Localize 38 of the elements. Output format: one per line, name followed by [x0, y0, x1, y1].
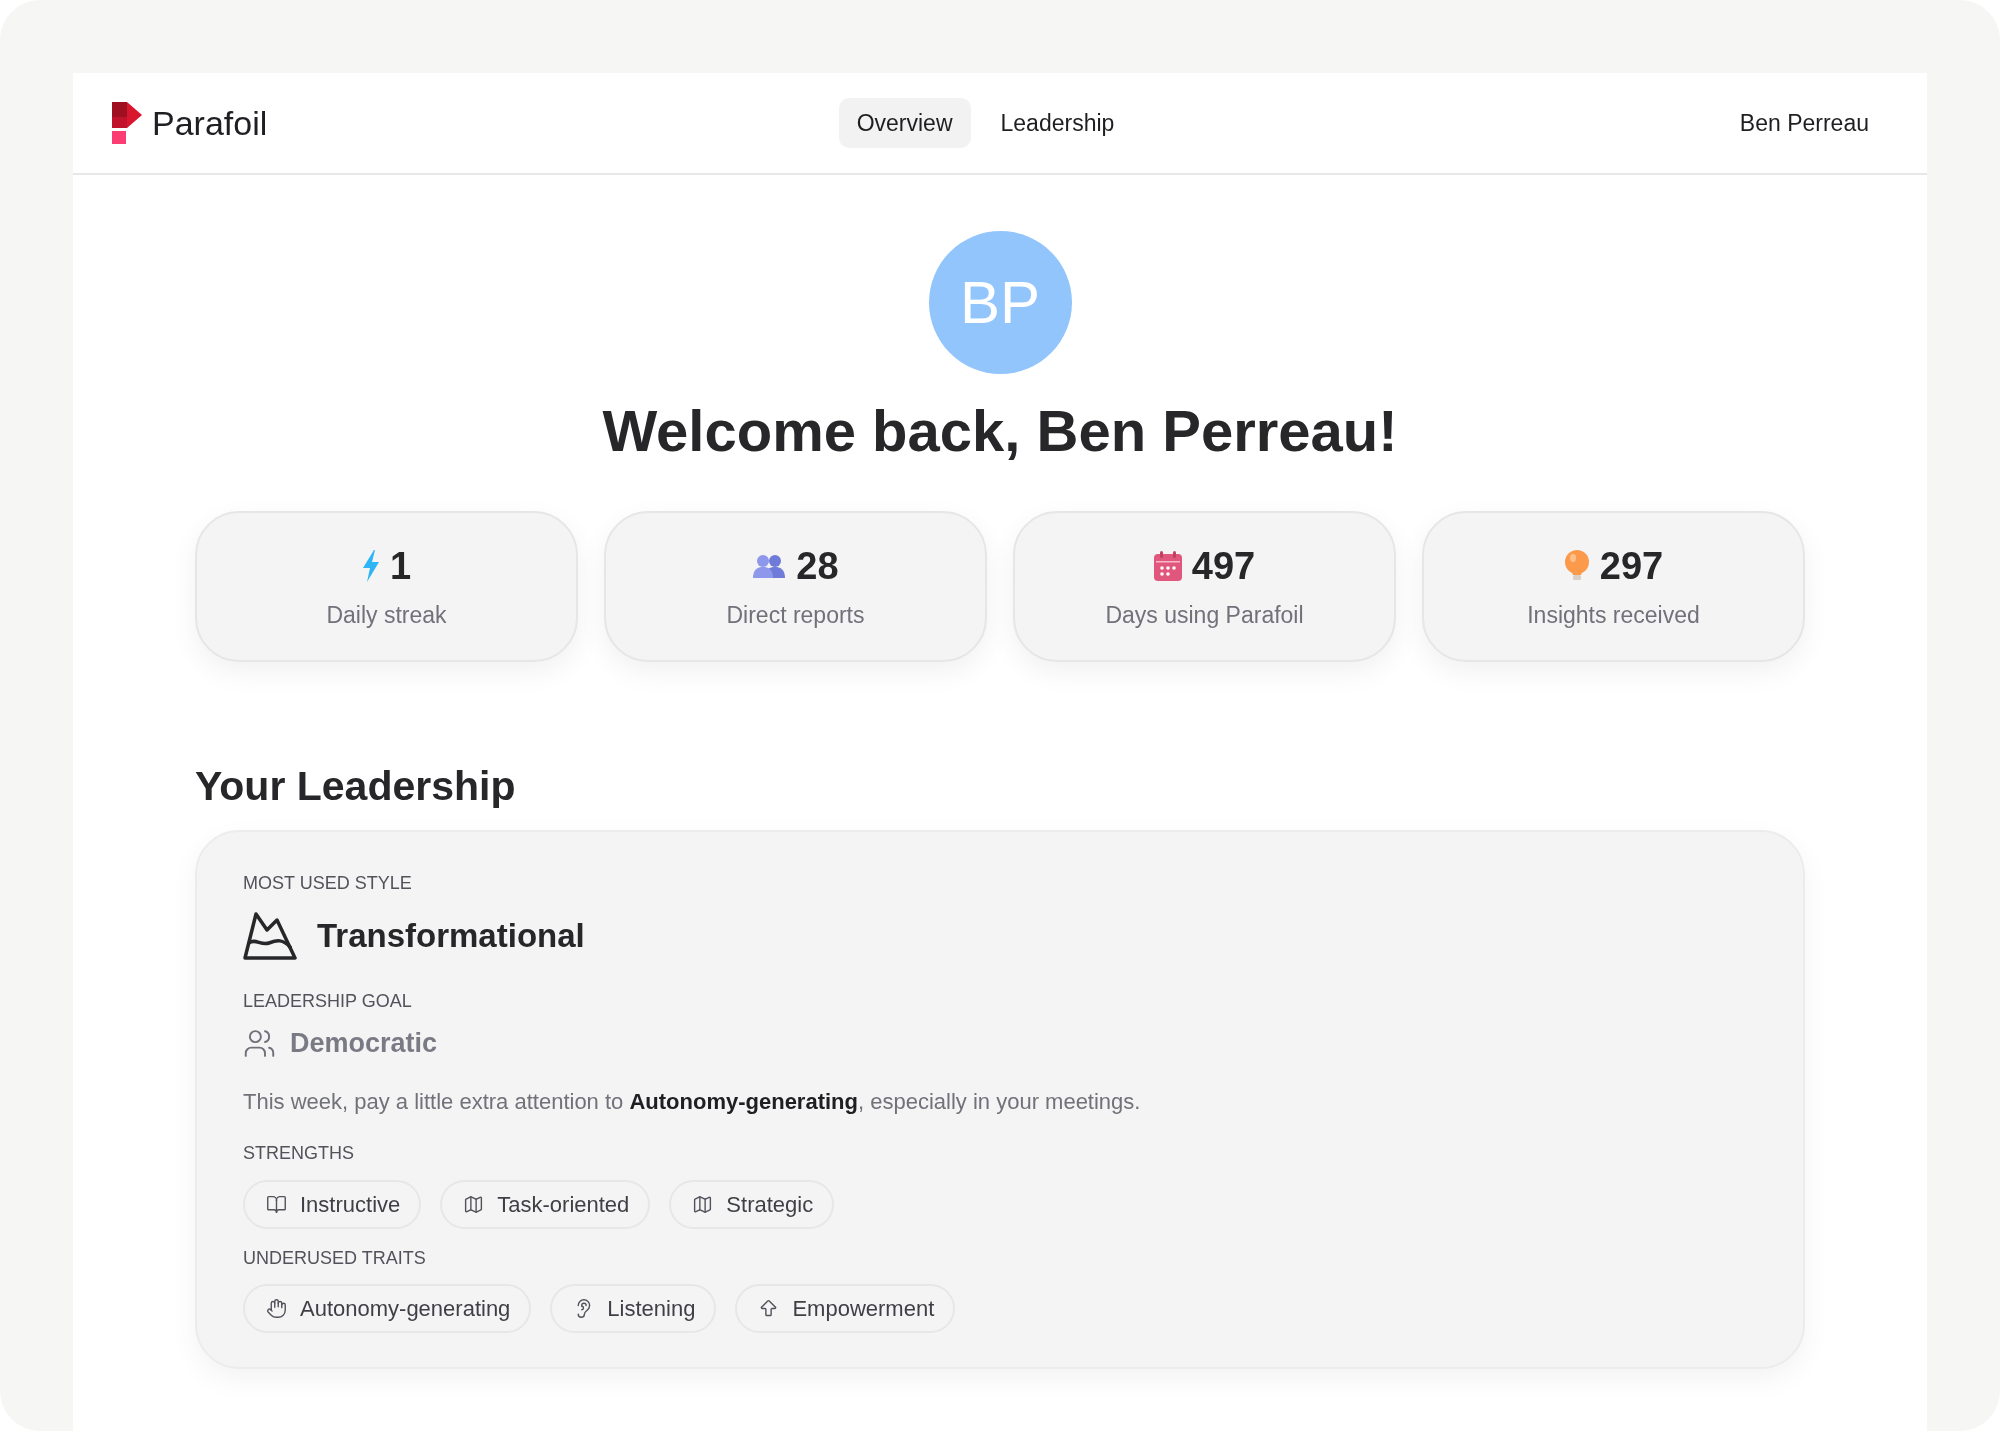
trait-tag: Autonomy-generating: [243, 1284, 532, 1333]
nav-tab[interactable]: Overview: [838, 98, 971, 148]
mountain-icon: [243, 912, 297, 960]
nav-tab[interactable]: Leadership: [1000, 98, 1115, 148]
avatar: BP: [928, 231, 1072, 374]
goal-name: Democratic: [290, 1026, 438, 1060]
user-menu[interactable]: Ben Perreau: [1739, 105, 1869, 141]
section-label: STRENGTHS: [243, 1142, 354, 1164]
strength-tag: Strategic: [669, 1180, 835, 1229]
stat-value: 297: [1599, 544, 1664, 588]
brand-name: Parafoil: [152, 106, 268, 140]
stat-value: 1: [389, 544, 412, 588]
trait-tag: Empowerment: [735, 1284, 956, 1333]
section-label: LEADERSHIP GOAL: [243, 990, 412, 1012]
open-book-icon: [266, 1194, 287, 1215]
style-name: Transformational: [317, 916, 585, 957]
map-icon: [692, 1194, 714, 1215]
strength-tag: Task-oriented: [440, 1180, 651, 1229]
map-icon: [463, 1194, 485, 1215]
section-heading: Your Leadership: [195, 762, 517, 811]
stat-label: Direct reports: [726, 601, 865, 629]
trait-tag: Listening: [550, 1284, 717, 1333]
advice-text: This week, pay a little extra attention to Autonomy-generating, especially in your meetings.: [243, 1088, 1141, 1116]
stat-value: 497: [1191, 544, 1256, 588]
lightbulb-icon: [1563, 550, 1590, 582]
section-label: MOST USED STYLE: [243, 872, 412, 894]
stat-label: Daily streak: [326, 601, 447, 629]
calendar-icon: [1153, 551, 1182, 581]
lightning-bolt-icon: [361, 550, 380, 582]
section-label: UNDERUSED TRAITS: [243, 1247, 426, 1269]
hand-icon: [266, 1298, 287, 1319]
strength-tag: Instructive: [243, 1180, 422, 1229]
stat-label: Days using Parafoil: [1105, 601, 1304, 629]
stat-value: 28: [796, 544, 839, 588]
welcome-heading: Welcome back, Ben Perreau!: [602, 397, 1398, 465]
logo-icon: [112, 102, 143, 144]
stat-label: Insights received: [1527, 601, 1700, 629]
people-icon: [752, 554, 787, 578]
